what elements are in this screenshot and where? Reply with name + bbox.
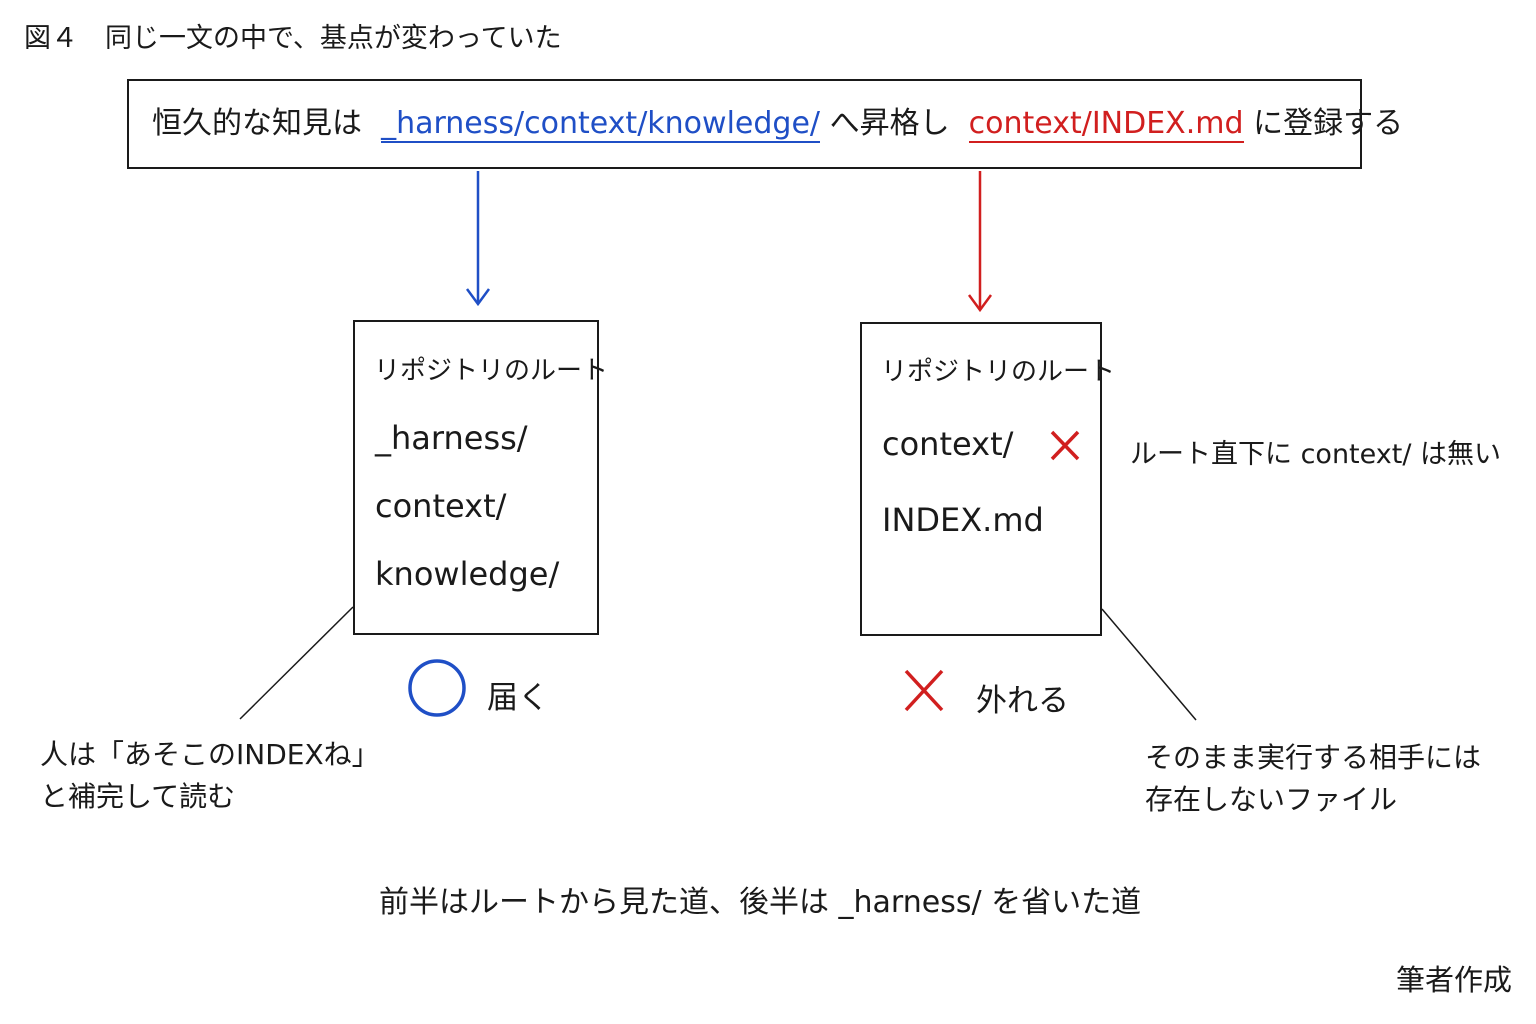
connector-lines xyxy=(239,171,1197,721)
left-path-line-3: knowledge/ xyxy=(375,555,560,593)
human-note-line-2: と補完して読む xyxy=(40,780,236,813)
left-path-line-2: context/ xyxy=(375,487,507,525)
executor-note-line-2: 存在しないファイル xyxy=(1145,783,1398,816)
ok-circle-icon xyxy=(408,659,466,717)
left-path-line-1: _harness/ xyxy=(375,419,528,457)
right-path-line-1: context/ xyxy=(882,425,1014,463)
executor-note: そのまま実行する相手には 存在しないファイル xyxy=(1145,737,1481,821)
credit: 筆者作成 xyxy=(1396,963,1513,997)
left-leader-line xyxy=(239,606,354,720)
ng-result-label: 外れる xyxy=(976,683,1069,719)
right-leader-line xyxy=(1101,608,1197,721)
ok-result-label: 届く xyxy=(487,680,549,716)
caption: 前半はルートから見た道、後半は _harness/ を省いた道 xyxy=(379,885,1142,920)
missing-folder-note: ルート直下に context/ は無い xyxy=(1130,439,1502,470)
executor-note-line-1: そのまま実行する相手には xyxy=(1145,741,1482,774)
left-panel-heading: リポジトリのルート xyxy=(374,356,609,386)
human-reading-note: 人は「あそこのINDEXね」 と補完して読む xyxy=(40,734,380,818)
human-note-line-1: 人は「あそこのINDEXね」 xyxy=(40,738,380,771)
right-panel-heading: リポジトリのルート xyxy=(881,357,1116,387)
right-path-line-2: INDEX.md xyxy=(882,501,1044,539)
